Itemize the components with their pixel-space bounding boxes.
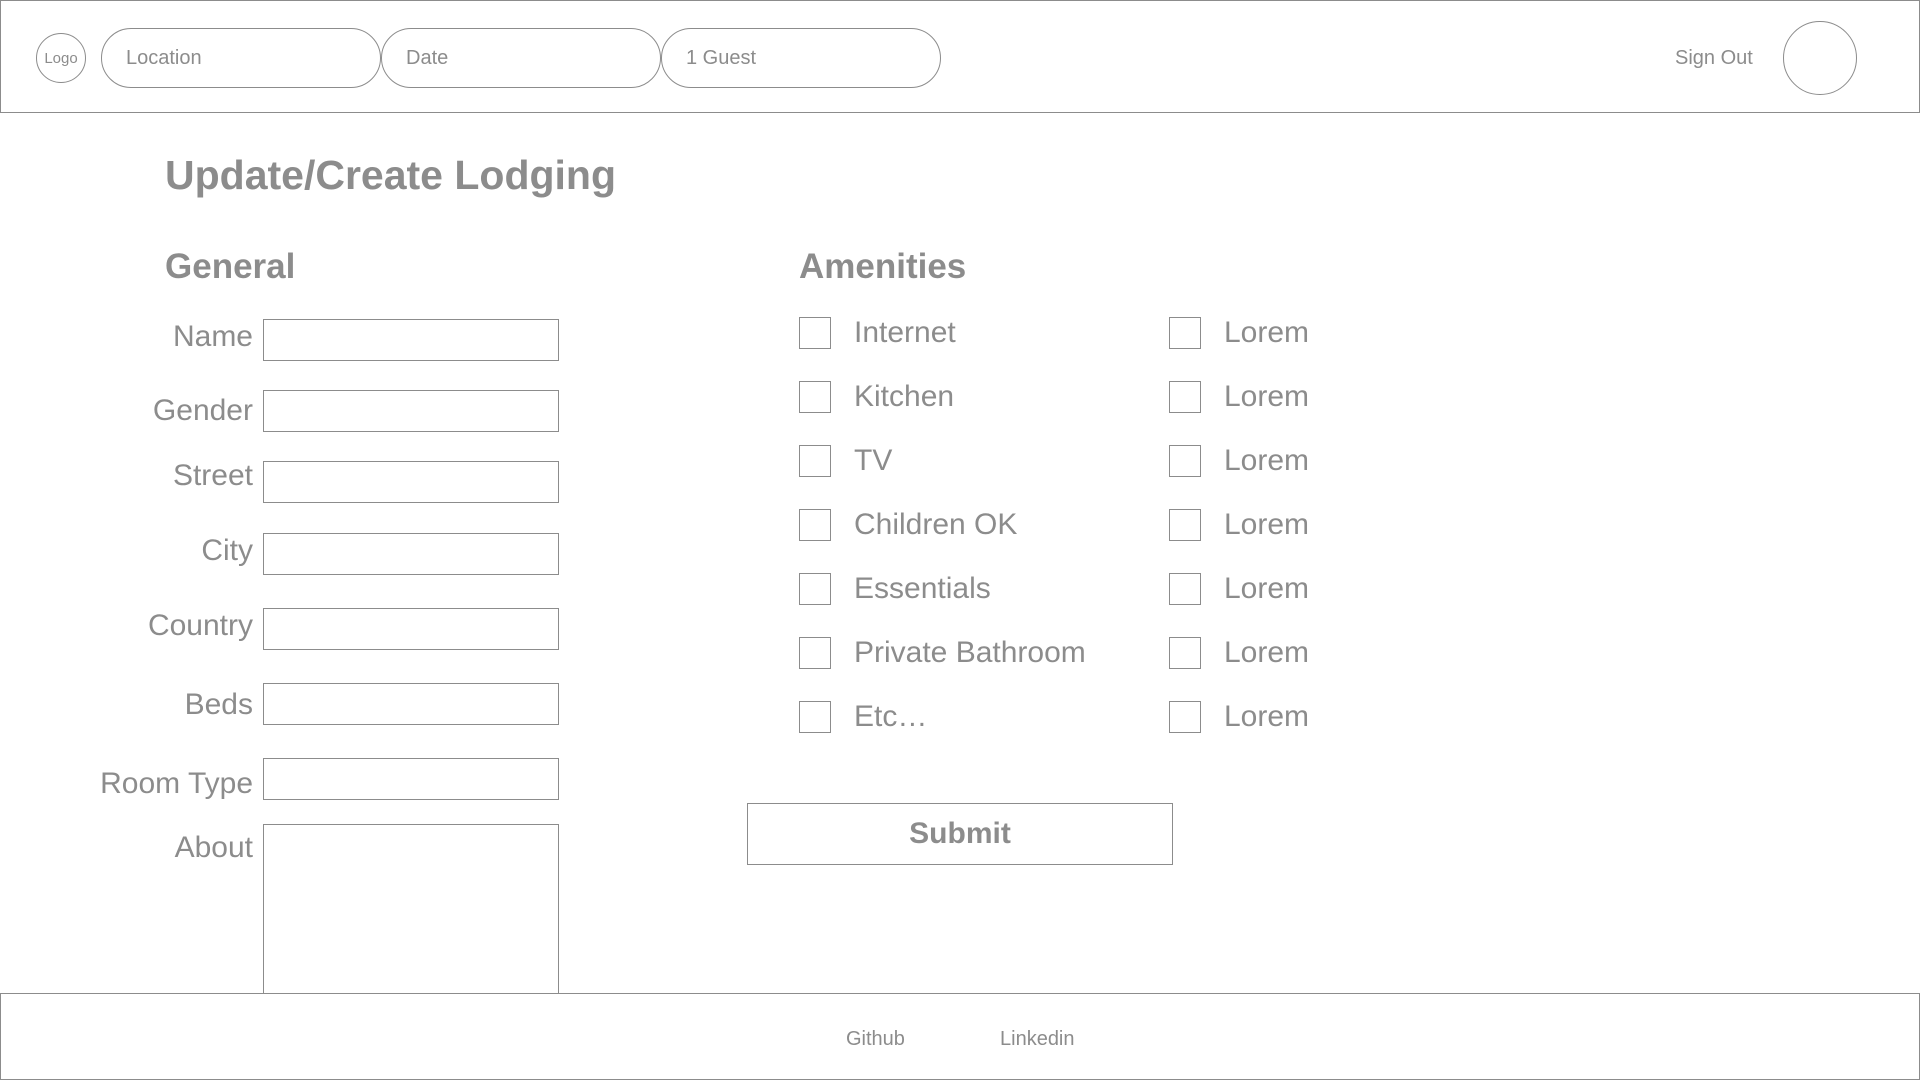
amenity-lorem-1[interactable]: Lorem — [1169, 316, 1309, 350]
gender-label: Gender — [152, 394, 253, 427]
country-input[interactable] — [263, 608, 559, 650]
lorem-1-checkbox[interactable] — [1169, 317, 1201, 349]
private-bathroom-checkbox[interactable] — [799, 637, 831, 669]
sign-out-link[interactable]: Sign Out — [1675, 47, 1753, 70]
amenity-label: Children OK — [854, 508, 1018, 541]
amenity-internet[interactable]: Internet — [799, 316, 956, 350]
amenity-lorem-7[interactable]: Lorem — [1169, 700, 1309, 734]
amenity-lorem-3[interactable]: Lorem — [1169, 444, 1309, 478]
about-textarea[interactable] — [263, 824, 559, 996]
lorem-5-checkbox[interactable] — [1169, 573, 1201, 605]
amenity-label: Kitchen — [854, 380, 955, 413]
country-label: Country — [147, 609, 253, 642]
amenity-label: Etc… — [854, 700, 928, 733]
kitchen-checkbox[interactable] — [799, 381, 831, 413]
name-label: Name — [172, 320, 253, 353]
amenity-essentials[interactable]: Essentials — [799, 572, 991, 606]
amenity-label: Lorem — [1224, 380, 1310, 413]
amenity-lorem-4[interactable]: Lorem — [1169, 508, 1309, 542]
room-type-input[interactable] — [263, 758, 559, 800]
guests-input[interactable] — [661, 28, 941, 88]
amenity-label: Essentials — [854, 572, 991, 605]
amenity-label: Lorem — [1224, 316, 1310, 349]
street-input[interactable] — [263, 461, 559, 503]
footer: Github Linkedin — [0, 993, 1920, 1080]
amenity-label: Internet — [854, 316, 956, 349]
lorem-7-checkbox[interactable] — [1169, 701, 1201, 733]
amenity-children-ok[interactable]: Children OK — [799, 508, 1017, 542]
github-link[interactable]: Github — [846, 1028, 905, 1051]
tv-checkbox[interactable] — [799, 445, 831, 477]
amenity-lorem-5[interactable]: Lorem — [1169, 572, 1309, 606]
amenity-label: Lorem — [1224, 572, 1310, 605]
page-title: Update/Create Lodging — [165, 152, 617, 198]
amenity-kitchen[interactable]: Kitchen — [799, 380, 954, 414]
amenity-label: TV — [854, 444, 893, 477]
city-label: City — [201, 534, 253, 567]
avatar[interactable] — [1783, 21, 1857, 95]
beds-label: Beds — [184, 688, 253, 721]
amenity-label: Lorem — [1224, 700, 1310, 733]
amenity-etc[interactable]: Etc… — [799, 700, 927, 734]
lorem-3-checkbox[interactable] — [1169, 445, 1201, 477]
general-section-title: General — [165, 247, 296, 286]
name-input[interactable] — [263, 319, 559, 361]
lorem-4-checkbox[interactable] — [1169, 509, 1201, 541]
linkedin-link[interactable]: Linkedin — [1000, 1028, 1075, 1051]
amenity-private-bathroom[interactable]: Private Bathroom — [799, 636, 1086, 670]
lorem-2-checkbox[interactable] — [1169, 381, 1201, 413]
children-ok-checkbox[interactable] — [799, 509, 831, 541]
submit-button[interactable]: Submit — [747, 803, 1173, 865]
amenity-label: Lorem — [1224, 636, 1310, 669]
amenity-lorem-2[interactable]: Lorem — [1169, 380, 1309, 414]
amenity-label: Lorem — [1224, 508, 1310, 541]
page: Logo Sign Out Update/Create Lodging Gene… — [0, 0, 1920, 1080]
amenities-section-title: Amenities — [799, 247, 967, 286]
city-input[interactable] — [263, 533, 559, 575]
about-label: About — [174, 831, 253, 864]
gender-input[interactable] — [263, 390, 559, 432]
header: Logo Sign Out — [0, 0, 1920, 113]
room-type-label: Room Type — [100, 767, 253, 800]
date-input[interactable] — [381, 28, 661, 88]
amenity-tv[interactable]: TV — [799, 444, 892, 478]
etc-checkbox[interactable] — [799, 701, 831, 733]
location-input[interactable] — [101, 28, 381, 88]
amenity-lorem-6[interactable]: Lorem — [1169, 636, 1309, 670]
logo[interactable]: Logo — [36, 33, 86, 83]
lorem-6-checkbox[interactable] — [1169, 637, 1201, 669]
street-label: Street — [172, 459, 253, 492]
essentials-checkbox[interactable] — [799, 573, 831, 605]
beds-input[interactable] — [263, 683, 559, 725]
internet-checkbox[interactable] — [799, 317, 831, 349]
amenity-label: Lorem — [1224, 444, 1310, 477]
amenity-label: Private Bathroom — [854, 636, 1086, 669]
